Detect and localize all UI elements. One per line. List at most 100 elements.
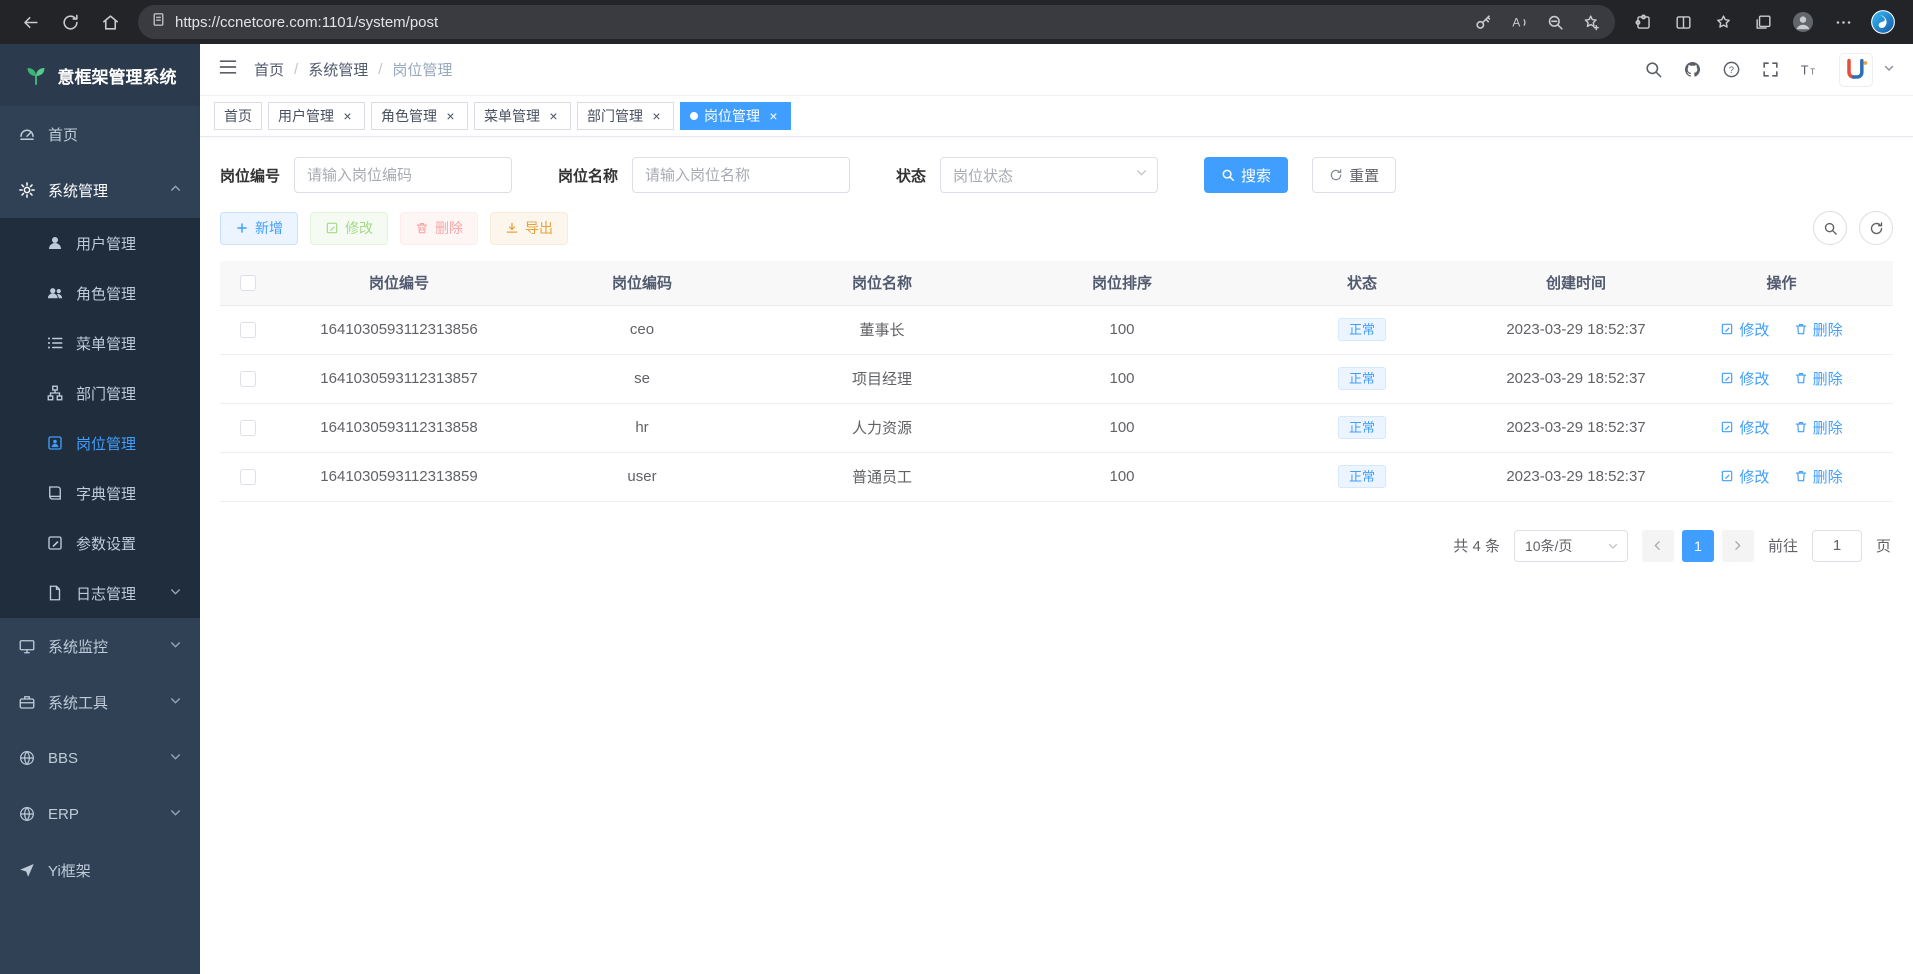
page-size-select[interactable]: 10条/页: [1514, 530, 1628, 562]
tab-menu-mgmt[interactable]: 菜单管理 ×: [474, 102, 571, 130]
favorite-add-icon[interactable]: [1573, 7, 1609, 37]
sidebar-item-dept-mgmt[interactable]: 部门管理: [0, 368, 200, 418]
search-icon[interactable]: [1644, 60, 1663, 79]
row-edit-button[interactable]: 修改: [1720, 417, 1769, 438]
tab-home[interactable]: 首页: [214, 102, 262, 130]
browser-menu-icon[interactable]: [1823, 4, 1863, 40]
sidebar-item-user-mgmt[interactable]: 用户管理: [0, 218, 200, 268]
tab-dept-mgmt[interactable]: 部门管理 ×: [577, 102, 674, 130]
copilot-icon[interactable]: [1863, 4, 1903, 40]
close-icon[interactable]: ×: [766, 109, 781, 124]
tab-role-mgmt[interactable]: 角色管理 ×: [371, 102, 468, 130]
export-button[interactable]: 导出: [490, 212, 568, 245]
delete-button[interactable]: 删除: [400, 212, 478, 245]
address-bar[interactable]: https://ccnetcore.com:1101/system/post A: [138, 5, 1615, 39]
sidebar-toggle-icon[interactable]: [218, 57, 238, 82]
sidebar-item-system-tools[interactable]: 系统工具: [0, 674, 200, 730]
tab-post-mgmt[interactable]: 岗位管理 ×: [680, 102, 791, 130]
sidebar-item-post-mgmt[interactable]: 岗位管理: [0, 418, 200, 468]
close-icon[interactable]: ×: [649, 109, 664, 124]
sidebar-item-param-settings[interactable]: 参数设置: [0, 518, 200, 568]
table-row: 1641030593112313857 se 项目经理 100 正常 2023-…: [220, 354, 1893, 403]
close-icon[interactable]: ×: [443, 109, 458, 124]
sidebar-item-home[interactable]: 首页: [0, 106, 200, 162]
add-button[interactable]: 新增: [220, 212, 298, 245]
zoom-icon[interactable]: [1537, 7, 1573, 37]
profile-avatar[interactable]: [1783, 4, 1823, 40]
next-page-button[interactable]: [1722, 530, 1754, 562]
breadcrumb-system[interactable]: 系统管理: [308, 59, 368, 80]
user-avatar[interactable]: [1839, 53, 1873, 87]
goto-page-input[interactable]: [1812, 530, 1862, 562]
row-edit-button[interactable]: 修改: [1720, 319, 1769, 340]
key-icon[interactable]: [1465, 7, 1501, 37]
fullscreen-icon[interactable]: [1761, 60, 1780, 79]
post-name-input[interactable]: [632, 157, 850, 193]
cell-post-name: 人力资源: [762, 403, 1002, 452]
edit-button[interactable]: 修改: [310, 212, 388, 245]
close-icon[interactable]: ×: [546, 109, 561, 124]
active-dot: [690, 112, 698, 120]
site-info-icon[interactable]: [150, 11, 167, 33]
split-screen-icon[interactable]: [1663, 4, 1703, 40]
sidebar-item-yi-framework[interactable]: Yi框架: [0, 842, 200, 898]
sidebar-item-dict-mgmt[interactable]: 字典管理: [0, 468, 200, 518]
post-code-input[interactable]: [294, 157, 512, 193]
cell-post-id: 1641030593112313856: [276, 305, 522, 354]
text-size-icon[interactable]: TT: [1800, 60, 1819, 79]
status-select[interactable]: 岗位状态: [940, 157, 1158, 193]
help-icon[interactable]: ?: [1722, 60, 1741, 79]
table-header-row: 岗位编号 岗位编码 岗位名称 岗位排序 状态 创建时间 操作: [220, 261, 1893, 305]
cell-post-name: 普通员工: [762, 452, 1002, 501]
row-checkbox[interactable]: [240, 322, 256, 338]
back-icon[interactable]: [10, 4, 50, 40]
row-edit-button[interactable]: 修改: [1720, 466, 1769, 487]
column-post-code: 岗位编码: [522, 261, 762, 305]
row-checkbox[interactable]: [240, 371, 256, 387]
reset-button[interactable]: 重置: [1312, 157, 1396, 193]
sidebar-item-label: 用户管理: [76, 233, 136, 254]
tab-user-mgmt[interactable]: 用户管理 ×: [268, 102, 365, 130]
toolbox-icon: [18, 693, 36, 711]
org-tree-icon: [46, 384, 64, 402]
row-edit-label: 修改: [1739, 466, 1769, 487]
user-menu-caret-icon[interactable]: [1883, 61, 1895, 79]
show-search-toggle-button[interactable]: [1813, 211, 1847, 245]
sidebar-item-label: 日志管理: [76, 583, 136, 604]
refresh-icon: [1869, 221, 1884, 236]
row-delete-label: 删除: [1813, 417, 1843, 438]
row-delete-button[interactable]: 删除: [1794, 319, 1843, 340]
collections-icon[interactable]: [1743, 4, 1783, 40]
filter-post-name: 岗位名称: [558, 157, 850, 193]
page-number-button[interactable]: 1: [1682, 530, 1714, 562]
prev-page-button[interactable]: [1642, 530, 1674, 562]
row-delete-button[interactable]: 删除: [1794, 368, 1843, 389]
cell-created: 2023-03-29 18:52:37: [1482, 305, 1670, 354]
github-icon[interactable]: [1683, 60, 1702, 79]
search-button[interactable]: 搜索: [1204, 157, 1288, 193]
favorites-icon[interactable]: [1703, 4, 1743, 40]
extensions-icon[interactable]: [1623, 4, 1663, 40]
row-delete-button[interactable]: 删除: [1794, 466, 1843, 487]
sidebar-item-log-mgmt[interactable]: 日志管理: [0, 568, 200, 618]
sidebar-item-menu-mgmt[interactable]: 菜单管理: [0, 318, 200, 368]
row-checkbox[interactable]: [240, 469, 256, 485]
sidebar-item-role-mgmt[interactable]: 角色管理: [0, 268, 200, 318]
row-checkbox[interactable]: [240, 420, 256, 436]
row-delete-button[interactable]: 删除: [1794, 417, 1843, 438]
row-edit-button[interactable]: 修改: [1720, 368, 1769, 389]
refresh-icon[interactable]: [50, 4, 90, 40]
home-icon[interactable]: [90, 4, 130, 40]
read-aloud-icon[interactable]: A: [1501, 7, 1537, 37]
post-code-label: 岗位编号: [220, 165, 280, 186]
breadcrumb-home[interactable]: 首页: [254, 59, 284, 80]
cell-post-name: 项目经理: [762, 354, 1002, 403]
close-icon[interactable]: ×: [340, 109, 355, 124]
app-logo[interactable]: 意框架管理系统: [0, 44, 200, 106]
refresh-table-button[interactable]: [1859, 211, 1893, 245]
sidebar-item-erp[interactable]: ERP: [0, 786, 200, 842]
select-all-checkbox[interactable]: [240, 275, 256, 291]
sidebar-item-system-monitor[interactable]: 系统监控: [0, 618, 200, 674]
sidebar-item-bbs[interactable]: BBS: [0, 730, 200, 786]
sidebar-item-system-mgmt[interactable]: 系统管理: [0, 162, 200, 218]
